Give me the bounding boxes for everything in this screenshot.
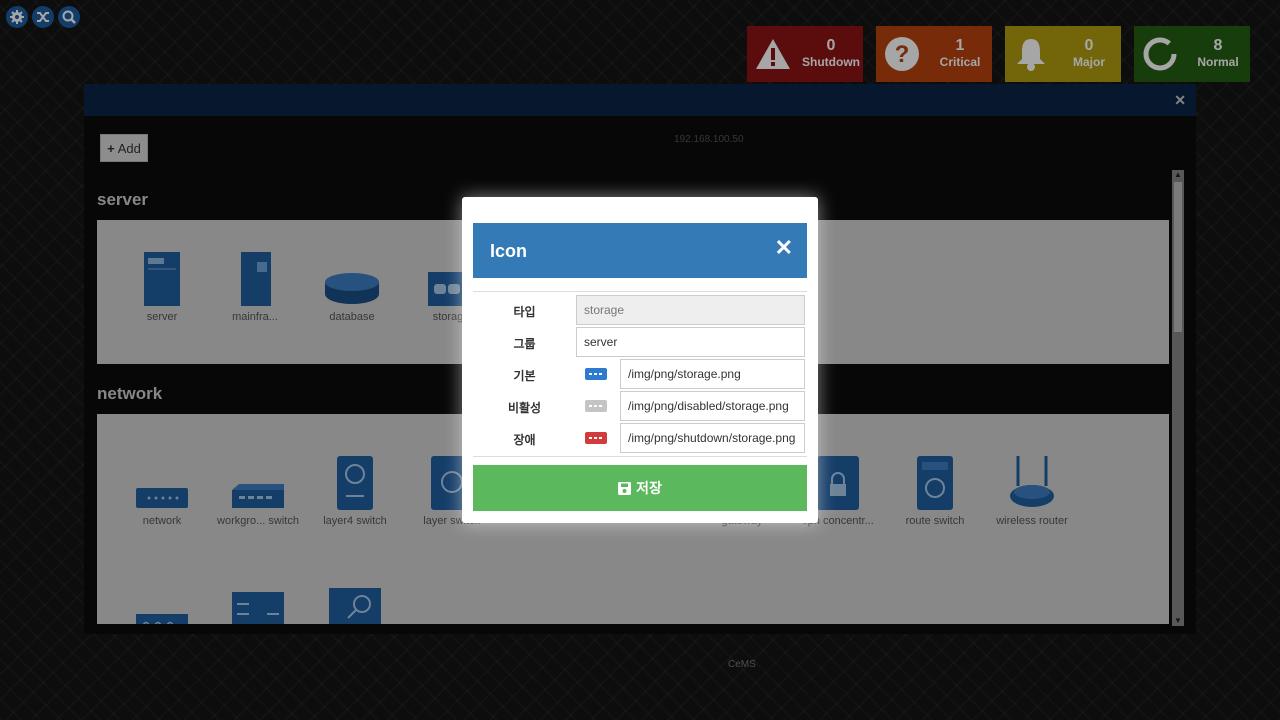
disabled-label: 비활성 xyxy=(507,401,542,415)
default-label: 기본 xyxy=(513,369,536,383)
group-field[interactable]: server xyxy=(576,327,805,357)
form-row-default: 기본 /img/png/storage.png xyxy=(473,358,807,390)
storage-shutdown-icon xyxy=(585,432,607,444)
form-row-group: 그룹 server xyxy=(473,326,807,358)
storage-disabled-icon xyxy=(585,400,607,412)
save-button[interactable]: 저장 xyxy=(473,465,807,511)
modal-header: Icon ✕ xyxy=(473,223,807,278)
floppy-icon xyxy=(618,481,632,495)
close-icon[interactable]: ✕ xyxy=(775,237,793,259)
icon-modal: Icon ✕ 타입 storage 그룹 server 기본 /img/png/… xyxy=(462,197,818,523)
form-row-type: 타입 storage xyxy=(473,294,807,326)
form-row-fault: 장애 /img/png/shutdown/storage.png xyxy=(473,422,807,454)
type-label: 타입 xyxy=(513,305,536,319)
save-label: 저장 xyxy=(636,480,662,496)
icon-form: 타입 storage 그룹 server 기본 /img/png/storage… xyxy=(473,291,807,457)
fault-path-field[interactable]: /img/png/shutdown/storage.png xyxy=(620,423,805,453)
storage-default-icon xyxy=(585,368,607,380)
form-row-disabled: 비활성 /img/png/disabled/storage.png xyxy=(473,390,807,422)
modal-title: Icon xyxy=(490,241,528,261)
fault-label: 장애 xyxy=(513,433,536,447)
type-field: storage xyxy=(576,295,805,325)
group-label: 그룹 xyxy=(513,337,536,351)
default-path-field[interactable]: /img/png/storage.png xyxy=(620,359,805,389)
disabled-path-field[interactable]: /img/png/disabled/storage.png xyxy=(620,391,805,421)
